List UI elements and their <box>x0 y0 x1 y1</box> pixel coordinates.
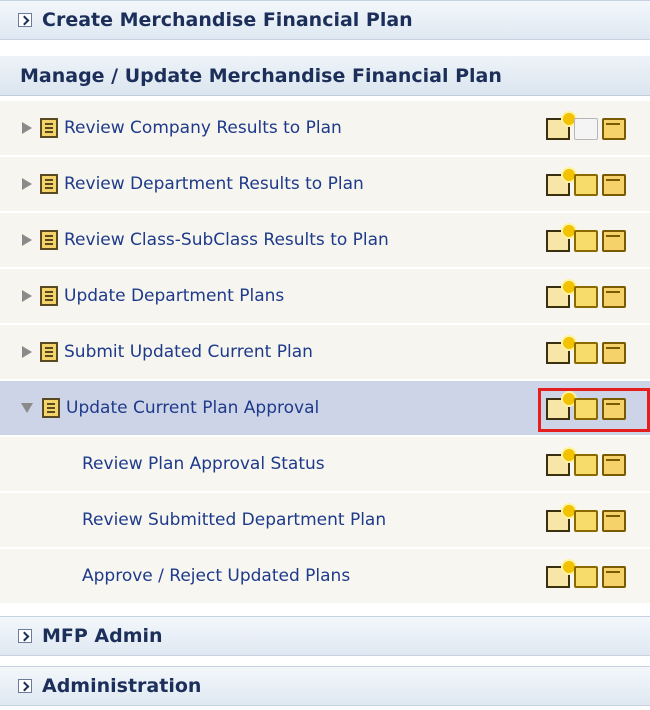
administration-title: Administration <box>42 675 202 697</box>
open-folder-icon[interactable] <box>602 341 626 364</box>
task-document-icon <box>40 118 58 138</box>
task-label[interactable]: Review Department Results to Plan <box>64 174 364 194</box>
new-document-icon[interactable] <box>546 504 575 532</box>
task-row-review-company[interactable]: Review Company Results to Plan <box>0 101 650 156</box>
administration-header[interactable]: Administration <box>0 666 650 706</box>
new-document-icon[interactable] <box>546 112 575 140</box>
new-document-icon[interactable] <box>546 168 575 196</box>
mfp-admin-title: MFP Admin <box>42 625 163 647</box>
task-row-review-class-subclass[interactable]: Review Class-SubClass Results to Plan <box>0 213 650 268</box>
task-document-icon <box>40 174 58 194</box>
task-actions <box>540 549 650 604</box>
task-row-update-department-plans[interactable]: Update Department Plans <box>0 269 650 324</box>
task-label[interactable]: Update Department Plans <box>64 286 284 306</box>
triangle-right-icon[interactable] <box>22 234 32 246</box>
open-folder-icon[interactable] <box>602 173 626 196</box>
new-document-icon[interactable] <box>546 280 575 308</box>
task-actions <box>540 101 650 156</box>
highlight-box <box>538 388 650 432</box>
new-document-icon[interactable] <box>546 336 575 364</box>
task-actions <box>540 325 650 380</box>
open-folder-icon[interactable] <box>602 509 626 532</box>
task-document-icon <box>42 398 60 418</box>
task-document-icon <box>40 286 58 306</box>
task-actions <box>540 157 650 212</box>
open-folder-icon[interactable] <box>602 453 626 476</box>
child-row-review-approval-status[interactable]: Review Plan Approval Status <box>0 437 650 492</box>
new-document-icon[interactable] <box>546 224 575 252</box>
child-label[interactable]: Approve / Reject Updated Plans <box>82 566 350 586</box>
child-label[interactable]: Review Plan Approval Status <box>82 454 325 474</box>
child-row-approve-reject[interactable]: Approve / Reject Updated Plans <box>0 549 650 604</box>
triangle-right-icon[interactable] <box>22 122 32 134</box>
mfp-admin-header[interactable]: MFP Admin <box>0 616 650 656</box>
task-label[interactable]: Review Company Results to Plan <box>64 118 342 138</box>
task-document-icon <box>40 230 58 250</box>
task-actions <box>540 493 650 548</box>
task-row-review-department[interactable]: Review Department Results to Plan <box>0 157 650 212</box>
open-icon[interactable] <box>574 509 598 532</box>
task-panel: Create Merchandise Financial Plan Manage… <box>0 0 650 710</box>
child-row-review-submitted-plan[interactable]: Review Submitted Department Plan <box>0 493 650 548</box>
open-icon[interactable] <box>574 229 598 252</box>
task-row-submit-updated-plan[interactable]: Submit Updated Current Plan <box>0 325 650 380</box>
task-actions <box>540 213 650 268</box>
open-icon <box>574 117 598 140</box>
open-icon[interactable] <box>574 341 598 364</box>
open-folder-icon[interactable] <box>602 285 626 308</box>
expand-icon[interactable] <box>18 679 32 693</box>
task-document-icon <box>40 342 58 362</box>
open-folder-icon[interactable] <box>602 565 626 588</box>
task-label[interactable]: Review Class-SubClass Results to Plan <box>64 230 389 250</box>
task-actions <box>540 269 650 324</box>
new-document-icon[interactable] <box>546 448 575 476</box>
open-icon[interactable] <box>574 565 598 588</box>
triangle-right-icon[interactable] <box>22 346 32 358</box>
manage-plan-title: Manage / Update Merchandise Financial Pl… <box>0 56 650 96</box>
triangle-right-icon[interactable] <box>22 178 32 190</box>
manage-plan-title-text: Manage / Update Merchandise Financial Pl… <box>20 64 502 87</box>
create-plan-header[interactable]: Create Merchandise Financial Plan <box>0 0 650 40</box>
open-folder-icon[interactable] <box>602 229 626 252</box>
expand-icon[interactable] <box>18 13 32 27</box>
triangle-down-icon[interactable] <box>21 403 33 413</box>
open-folder-icon[interactable] <box>602 117 626 140</box>
open-icon[interactable] <box>574 173 598 196</box>
create-plan-title: Create Merchandise Financial Plan <box>42 9 413 31</box>
triangle-right-icon[interactable] <box>22 290 32 302</box>
expand-icon[interactable] <box>18 629 32 643</box>
task-actions <box>540 437 650 492</box>
open-icon[interactable] <box>574 453 598 476</box>
new-document-icon[interactable] <box>546 560 575 588</box>
open-icon[interactable] <box>574 285 598 308</box>
child-label[interactable]: Review Submitted Department Plan <box>82 510 386 530</box>
task-label[interactable]: Submit Updated Current Plan <box>64 342 313 362</box>
task-label[interactable]: Update Current Plan Approval <box>66 398 319 418</box>
